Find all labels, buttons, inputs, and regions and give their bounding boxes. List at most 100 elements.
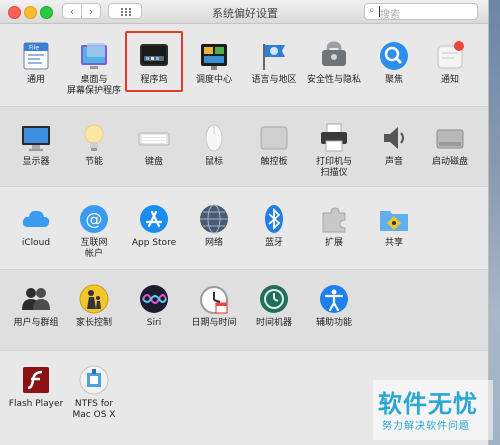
- pane-label: NTFS for Mac OS X: [72, 399, 116, 420]
- pane-parental-controls[interactable]: 家长控制: [64, 283, 124, 329]
- search-placeholder: 搜索: [380, 10, 400, 21]
- back-button[interactable]: ‹: [62, 3, 82, 19]
- pane-label: 网络: [204, 238, 223, 248]
- pane-label: 触控板: [260, 157, 288, 167]
- pane-ntfs[interactable]: NTFS for Mac OS X: [64, 364, 124, 421]
- pane-icloud[interactable]: iCloud: [6, 203, 66, 249]
- internet-accounts-icon: @: [78, 203, 110, 235]
- pane-label: 鼠标: [204, 157, 223, 167]
- watermark-subtitle: 努力解决软件问题: [382, 421, 470, 432]
- pane-trackpad[interactable]: 触控板: [244, 122, 304, 168]
- pane-displays[interactable]: 显示器: [6, 122, 66, 168]
- pane-label: Flash Player: [8, 399, 64, 409]
- pane-security-privacy[interactable]: 安全性与隐私: [304, 40, 364, 86]
- close-button[interactable]: [8, 6, 21, 19]
- keyboard-icon: [138, 122, 170, 154]
- pane-label: 通知: [440, 75, 459, 85]
- pane-printers-scanners[interactable]: 打印机与 扫描仪: [304, 122, 364, 179]
- pane-label: 互联网 帐户: [80, 238, 108, 259]
- show-all-grid-icon[interactable]: [108, 3, 142, 19]
- date-time-icon: [198, 283, 230, 315]
- pane-label: 调度中心: [195, 75, 232, 85]
- pane-label: 安全性与隐私: [306, 75, 361, 85]
- pane-startup-disk[interactable]: 启动磁盘: [420, 122, 480, 168]
- window-title: 系统偏好设置: [212, 7, 278, 20]
- pane-energy-saver[interactable]: 节能: [64, 122, 124, 168]
- network-icon: [198, 203, 230, 235]
- pane-language-region[interactable]: 语言与地区: [244, 40, 304, 86]
- pane-bluetooth[interactable]: 蓝牙: [244, 203, 304, 249]
- pane-label: App Store: [131, 238, 177, 248]
- bluetooth-icon: [258, 203, 290, 235]
- pane-label: 声音: [384, 157, 403, 167]
- security-icon: [318, 40, 350, 72]
- pane-siri[interactable]: Siri: [124, 283, 184, 329]
- mission-control-icon: [198, 40, 230, 72]
- pane-label: 启动磁盘: [431, 157, 468, 167]
- pane-label: 节能: [84, 157, 103, 167]
- pane-label: 聚焦: [384, 75, 403, 85]
- language-region-icon: [258, 40, 290, 72]
- pane-mouse[interactable]: 鼠标: [184, 122, 244, 168]
- pane-time-machine[interactable]: 时间机器: [244, 283, 304, 329]
- sharing-icon: [378, 203, 410, 235]
- pane-label: 日期与时间: [191, 318, 237, 328]
- title-bar: ‹ › 系统偏好设置 ⌕ 搜索: [0, 0, 488, 24]
- pane-label: 扩展: [324, 238, 343, 248]
- pane-general[interactable]: File 通用: [6, 40, 66, 86]
- minimize-button[interactable]: [24, 6, 37, 19]
- pane-label: 显示器: [22, 157, 50, 167]
- pane-label: 家长控制: [75, 318, 112, 328]
- pane-label: 蓝牙: [264, 238, 283, 248]
- printer-icon: [318, 122, 350, 154]
- pane-flash-player[interactable]: Flash Player: [6, 364, 66, 410]
- users-icon: [20, 283, 52, 315]
- pane-sharing[interactable]: 共享: [364, 203, 424, 249]
- pane-label: 用户与群组: [13, 318, 59, 328]
- pane-sound[interactable]: 声音: [364, 122, 424, 168]
- app-store-icon: [138, 203, 170, 235]
- energy-icon: [78, 122, 110, 154]
- spotlight-icon: [378, 40, 410, 72]
- pane-label: iCloud: [21, 238, 51, 248]
- desktop-icon: [78, 40, 110, 72]
- pane-desktop-screensaver[interactable]: 桌面与 屏幕保护程序: [64, 40, 124, 97]
- trackpad-icon: [258, 122, 290, 154]
- sound-icon: [378, 122, 410, 154]
- pane-label: 辅助功能: [315, 318, 352, 328]
- pane-label: 键盘: [144, 157, 163, 167]
- pane-users-groups[interactable]: 用户与群组: [6, 283, 66, 329]
- zoom-button[interactable]: [40, 6, 53, 19]
- forward-button[interactable]: ›: [81, 3, 101, 19]
- pane-extensions[interactable]: 扩展: [304, 203, 364, 249]
- flash-player-icon: [20, 364, 52, 396]
- display-icon: [20, 122, 52, 154]
- pane-label: 时间机器: [255, 318, 292, 328]
- search-input[interactable]: ⌕ 搜索: [364, 3, 478, 21]
- search-icon: ⌕: [369, 5, 375, 16]
- general-icon: File: [20, 40, 52, 72]
- accessibility-icon: [318, 283, 350, 315]
- pane-notifications[interactable]: 通知: [420, 40, 480, 86]
- siri-icon: [138, 283, 170, 315]
- watermark-title: 软件无忧: [378, 390, 478, 418]
- pane-spotlight[interactable]: 聚焦: [364, 40, 424, 86]
- pane-network[interactable]: 网络: [184, 203, 244, 249]
- pane-label: 桌面与 屏幕保护程序: [66, 75, 121, 96]
- pane-label: 打印机与 扫描仪: [315, 157, 352, 178]
- pane-label: 语言与地区: [251, 75, 297, 85]
- pane-accessibility[interactable]: 辅助功能: [304, 283, 364, 329]
- svg-text:@: @: [86, 210, 103, 230]
- dock-highlight-box: [125, 31, 183, 92]
- pane-label: 通用: [26, 75, 45, 85]
- pane-label: Siri: [146, 318, 162, 328]
- pane-mission-control[interactable]: 调度中心: [184, 40, 244, 86]
- time-machine-icon: [258, 283, 290, 315]
- mouse-icon: [198, 122, 230, 154]
- pane-app-store[interactable]: App Store: [124, 203, 184, 249]
- ntfs-icon: [78, 364, 110, 396]
- pane-keyboard[interactable]: 键盘: [124, 122, 184, 168]
- startup-disk-icon: [434, 122, 466, 154]
- pane-date-time[interactable]: 日期与时间: [184, 283, 244, 329]
- pane-internet-accounts[interactable]: @ 互联网 帐户: [64, 203, 124, 260]
